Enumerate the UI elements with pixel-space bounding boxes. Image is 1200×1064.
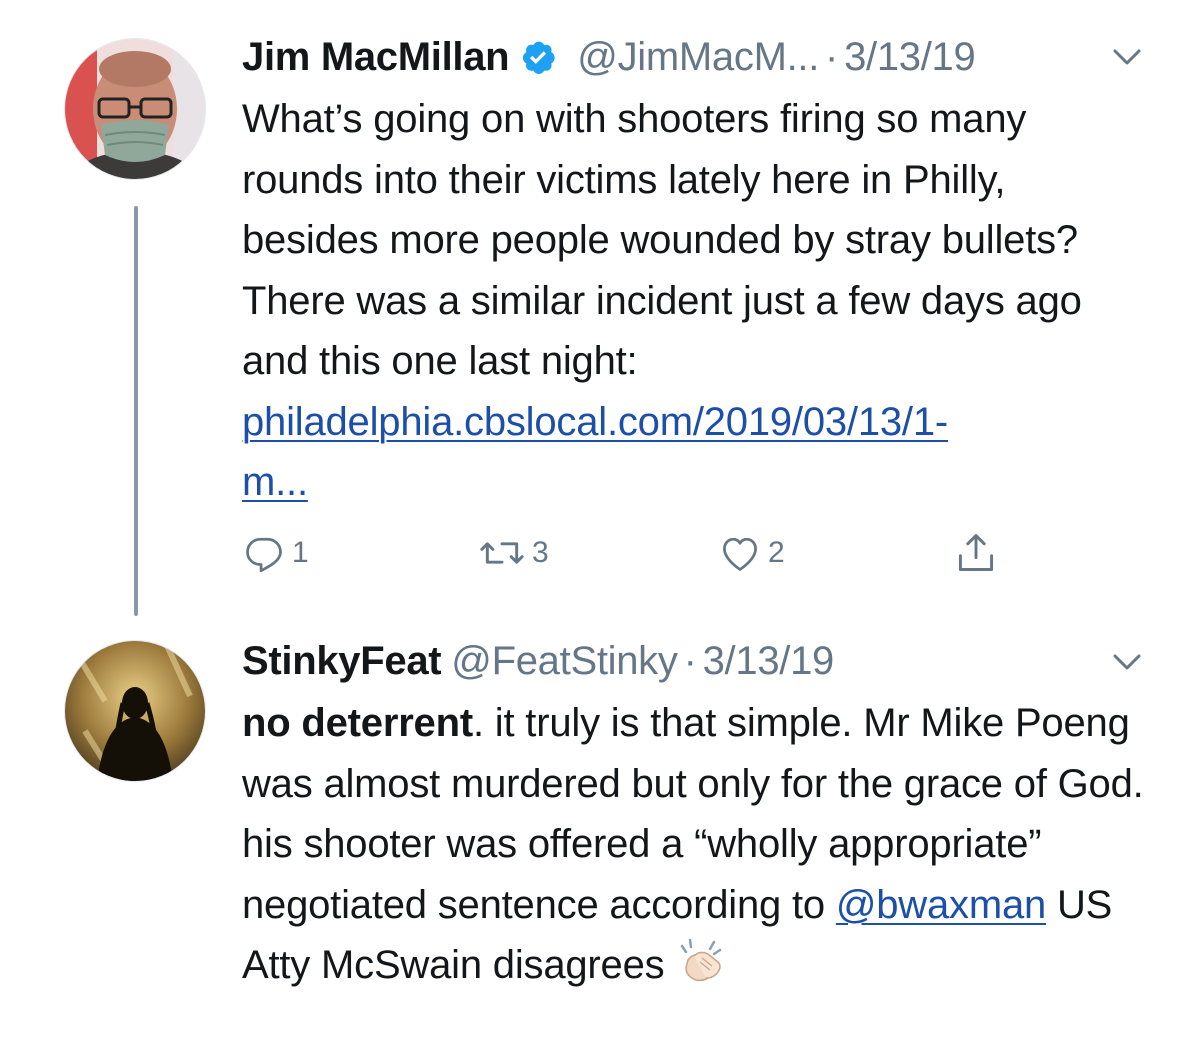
display-name[interactable]: Jim MacMillan — [242, 35, 510, 80]
tweet-header: Jim MacMillan @JimMacM... · 3/13/19 — [242, 32, 976, 82]
tweet-text: no deterrent. it truly is that simple. M… — [242, 693, 1152, 1002]
clapping-hands-emoji-icon — [676, 936, 724, 1002]
tweet-text-content: What’s going on with shooters firing so … — [242, 97, 1082, 383]
display-name[interactable]: StinkyFeat — [242, 639, 442, 684]
retweet-icon — [478, 531, 526, 575]
separator-dot: · — [683, 638, 697, 683]
reply-button[interactable]: 1 — [242, 528, 309, 578]
separator-dot: · — [825, 34, 839, 79]
retweet-count: 3 — [532, 536, 549, 569]
chevron-down-icon[interactable] — [1110, 40, 1144, 74]
timestamp[interactable]: 3/13/19 — [703, 639, 835, 684]
avatar[interactable] — [64, 640, 206, 782]
thread-line — [134, 206, 138, 616]
tweet: StinkyFeat @FeatStinky · 3/13/19 no dete… — [0, 620, 1200, 1064]
tweet-text: What’s going on with shooters firing so … — [242, 89, 1152, 513]
retweet-button[interactable]: 3 — [478, 528, 549, 578]
like-count: 2 — [768, 536, 785, 569]
verified-badge-icon — [519, 38, 557, 76]
reply-count: 1 — [292, 536, 309, 569]
tweet-actions: 1 3 2 — [242, 528, 1022, 578]
tweet-link-continuation[interactable]: m... — [242, 460, 308, 504]
avatar[interactable] — [64, 38, 206, 180]
share-icon — [954, 530, 998, 576]
reply-icon — [242, 531, 286, 575]
username[interactable]: @JimMacM... — [577, 35, 819, 80]
tweet-link[interactable]: philadelphia.cbslocal.com/2019/03/13/1- — [242, 400, 948, 444]
like-button[interactable]: 2 — [718, 528, 785, 578]
timestamp[interactable]: 3/13/19 — [844, 35, 976, 80]
tweet: Jim MacMillan @JimMacM... · 3/13/19 What… — [0, 0, 1200, 620]
heart-icon — [718, 531, 762, 575]
username[interactable]: @FeatStinky — [451, 639, 678, 684]
chevron-down-icon[interactable] — [1110, 645, 1144, 679]
mention-link[interactable]: @bwaxman — [836, 883, 1046, 927]
share-button[interactable] — [954, 528, 998, 578]
tweet-header: StinkyFeat @FeatStinky · 3/13/19 — [242, 636, 834, 686]
tweet-text-bold: no deterrent — [242, 701, 473, 745]
